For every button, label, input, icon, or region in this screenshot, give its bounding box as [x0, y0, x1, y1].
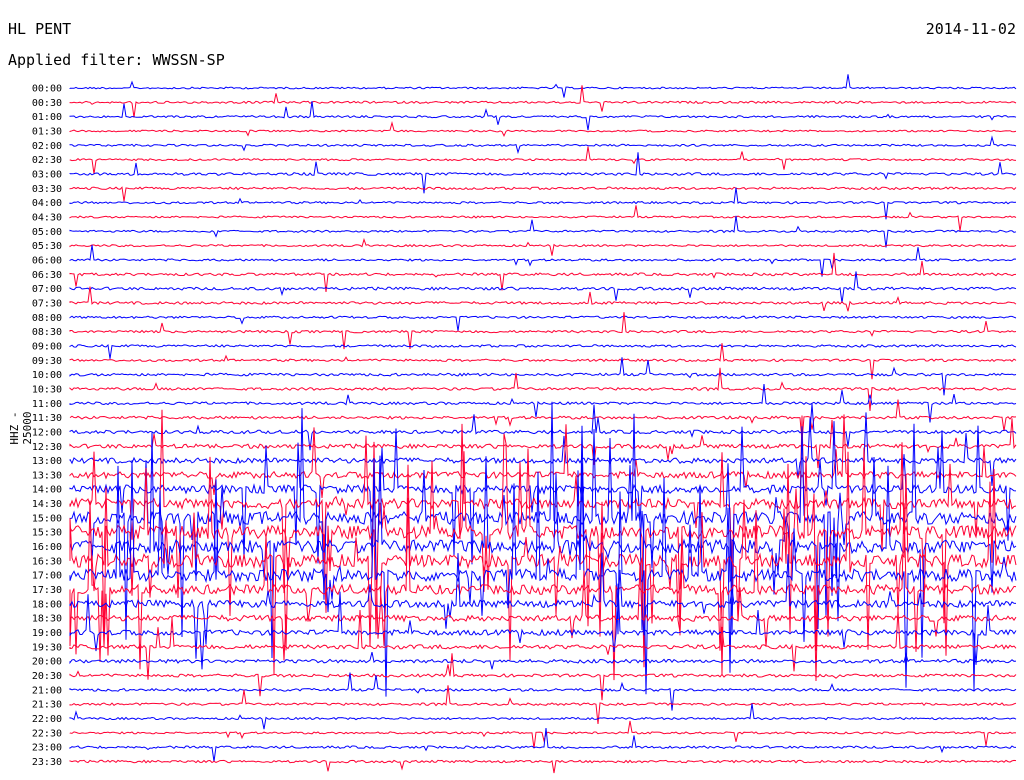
seismic-trace-0100: [69, 101, 1017, 131]
time-tick-label: 22:00: [32, 714, 62, 725]
seismic-trace-1800: [69, 552, 1017, 659]
seismic-trace-0600: [69, 244, 1017, 277]
seismic-trace-0430: [69, 205, 1017, 232]
time-tick-label: 15:30: [32, 528, 62, 539]
time-tick-label: 22:30: [32, 728, 62, 739]
seismic-trace-0400: [69, 187, 1017, 220]
seismic-trace-0530: [69, 237, 1017, 256]
time-tick-label: 00:00: [32, 84, 62, 95]
time-tick-label: 21:30: [32, 700, 62, 711]
seismic-trace-0900: [69, 343, 1017, 359]
time-tick-label: 20:30: [32, 671, 62, 682]
seismogram-plot: 00:00 00:30 01:00 01:30 02:00 02:30 03:00 03:30…: [32, 74, 1017, 774]
time-tick-label: 11:00: [32, 399, 62, 410]
time-tick-label: 18:30: [32, 614, 62, 625]
seismic-trace-0930: [69, 343, 1017, 380]
seismic-trace-0300: [69, 152, 1017, 194]
time-tick-label: 12:00: [32, 427, 62, 438]
time-tick-label: 02:00: [32, 141, 62, 152]
seismic-trace-1130: [69, 399, 1017, 442]
time-tick-label: 00:30: [32, 98, 62, 109]
seismic-trace-2200: [69, 703, 1017, 730]
seismic-trace-0630: [69, 252, 1017, 292]
time-tick-label: 14:30: [32, 499, 62, 510]
time-tick-label: 09:30: [32, 356, 62, 367]
seismic-trace-1430: [69, 409, 1017, 594]
seismic-trace-0000: [69, 74, 1017, 98]
time-tick-label: 23:00: [32, 743, 62, 754]
seismic-trace-0500: [69, 215, 1017, 248]
time-tick-label: 14:00: [32, 485, 62, 496]
seismic-trace-0230: [69, 146, 1017, 175]
time-tick-label: 23:30: [32, 757, 62, 768]
seismic-trace-1900: [69, 583, 1017, 670]
time-tick-label: 18:00: [32, 599, 62, 610]
time-tick-label: 13:30: [32, 470, 62, 481]
seismic-trace-2230: [69, 720, 1017, 749]
time-tick-label: 07:00: [32, 284, 62, 295]
time-tick-label: 03:00: [32, 169, 62, 180]
time-tick-label: 17:00: [32, 571, 62, 582]
seismic-trace-0130: [69, 120, 1017, 137]
seismic-trace-1330: [69, 414, 1017, 498]
time-tick-label: 05:00: [32, 227, 62, 238]
seismic-trace-2330: [69, 759, 1017, 774]
seismic-trace-0700: [69, 271, 1017, 303]
time-tick-label: 07:30: [32, 298, 62, 309]
time-tick-label: 04:00: [32, 198, 62, 209]
seismic-trace-0200: [69, 135, 1017, 155]
seismic-trace-1300: [69, 412, 1017, 486]
time-tick-label: 19:30: [32, 642, 62, 653]
time-tick-label: 19:00: [32, 628, 62, 639]
time-tick-label: 06:30: [32, 270, 62, 281]
time-tick-label: 03:30: [32, 184, 62, 195]
seismic-trace-0330: [69, 186, 1017, 202]
seismic-trace-0730: [69, 286, 1017, 312]
time-tick-label: 12:30: [32, 442, 62, 453]
time-tick-label: 13:00: [32, 456, 62, 467]
seismic-trace-0800: [69, 315, 1017, 332]
time-tick-label: 16:00: [32, 542, 62, 553]
time-tick-label: 15:00: [32, 513, 62, 524]
time-tick-label: 10:30: [32, 384, 62, 395]
time-tick-label: 09:00: [32, 341, 62, 352]
time-tick-label: 06:00: [32, 255, 62, 266]
time-tick-label: 01:30: [32, 126, 62, 137]
time-tick-label: 01:00: [32, 112, 62, 123]
time-tick-label: 10:00: [32, 370, 62, 381]
seismic-trace-2000: [69, 651, 1017, 670]
time-tick-label: 05:30: [32, 241, 62, 252]
time-tick-label: 02:30: [32, 155, 62, 166]
seismic-trace-1200: [69, 403, 1017, 451]
time-tick-label: 21:00: [32, 685, 62, 696]
seismic-trace-2030: [69, 653, 1017, 701]
time-tick-label: 08:30: [32, 327, 62, 338]
time-tick-label: 16:30: [32, 556, 62, 567]
time-tick-label: 17:30: [32, 585, 62, 596]
seismic-trace-1930: [69, 609, 1017, 680]
time-tick-label: 20:00: [32, 657, 62, 668]
seismic-trace-0030: [69, 85, 1017, 118]
time-tick-label: 11:30: [32, 413, 62, 424]
time-tick-label: 08:00: [32, 313, 62, 324]
time-tick-label: 04:30: [32, 212, 62, 223]
